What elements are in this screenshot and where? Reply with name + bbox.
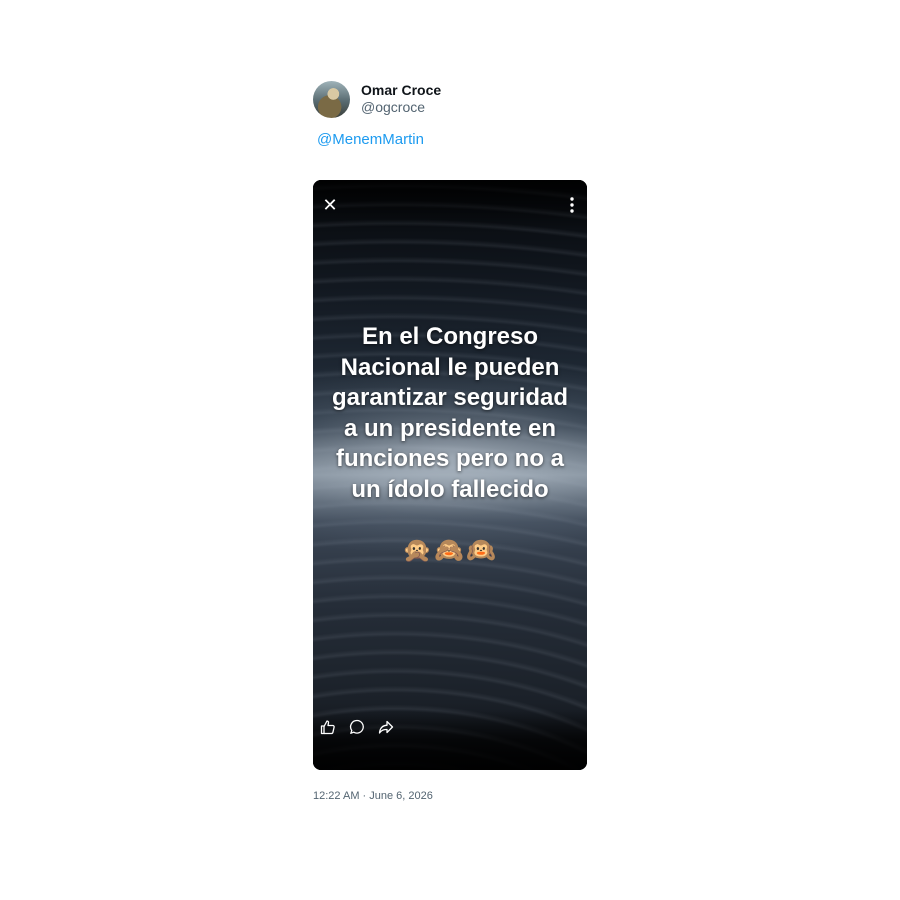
tweet-header: Omar Croce @ogcroce bbox=[313, 80, 588, 118]
thumbs-up-icon[interactable] bbox=[320, 719, 338, 737]
media-top-bar bbox=[313, 180, 587, 230]
media-action-bar bbox=[313, 710, 587, 770]
comment-icon[interactable] bbox=[349, 719, 367, 737]
author-handle[interactable]: @ogcroce bbox=[361, 99, 441, 116]
mention-link[interactable]: @MenemMartin bbox=[317, 131, 424, 148]
tweet-timestamp[interactable]: 12:22 AM · June 6, 2026 bbox=[313, 790, 588, 802]
author-display-name[interactable]: Omar Croce bbox=[361, 82, 441, 99]
author-names: Omar Croce @ogcroce bbox=[361, 82, 441, 116]
close-icon[interactable]: ✕ bbox=[321, 196, 339, 214]
tweet-text: @MenemMartin bbox=[317, 130, 588, 150]
avatar[interactable] bbox=[313, 80, 350, 118]
media-overlay-text: En el Congreso Nacional le pueden garant… bbox=[331, 323, 569, 503]
more-vertical-icon[interactable] bbox=[565, 196, 579, 214]
tweet-media[interactable]: ✕ En el Congreso Nacional le pueden gara… bbox=[313, 180, 587, 770]
tweet-card: Omar Croce @ogcroce @MenemMartin ✕ En el… bbox=[313, 80, 588, 802]
monkey-emojis: 🙊🙈🙉 bbox=[402, 537, 498, 564]
share-icon[interactable] bbox=[378, 719, 396, 737]
